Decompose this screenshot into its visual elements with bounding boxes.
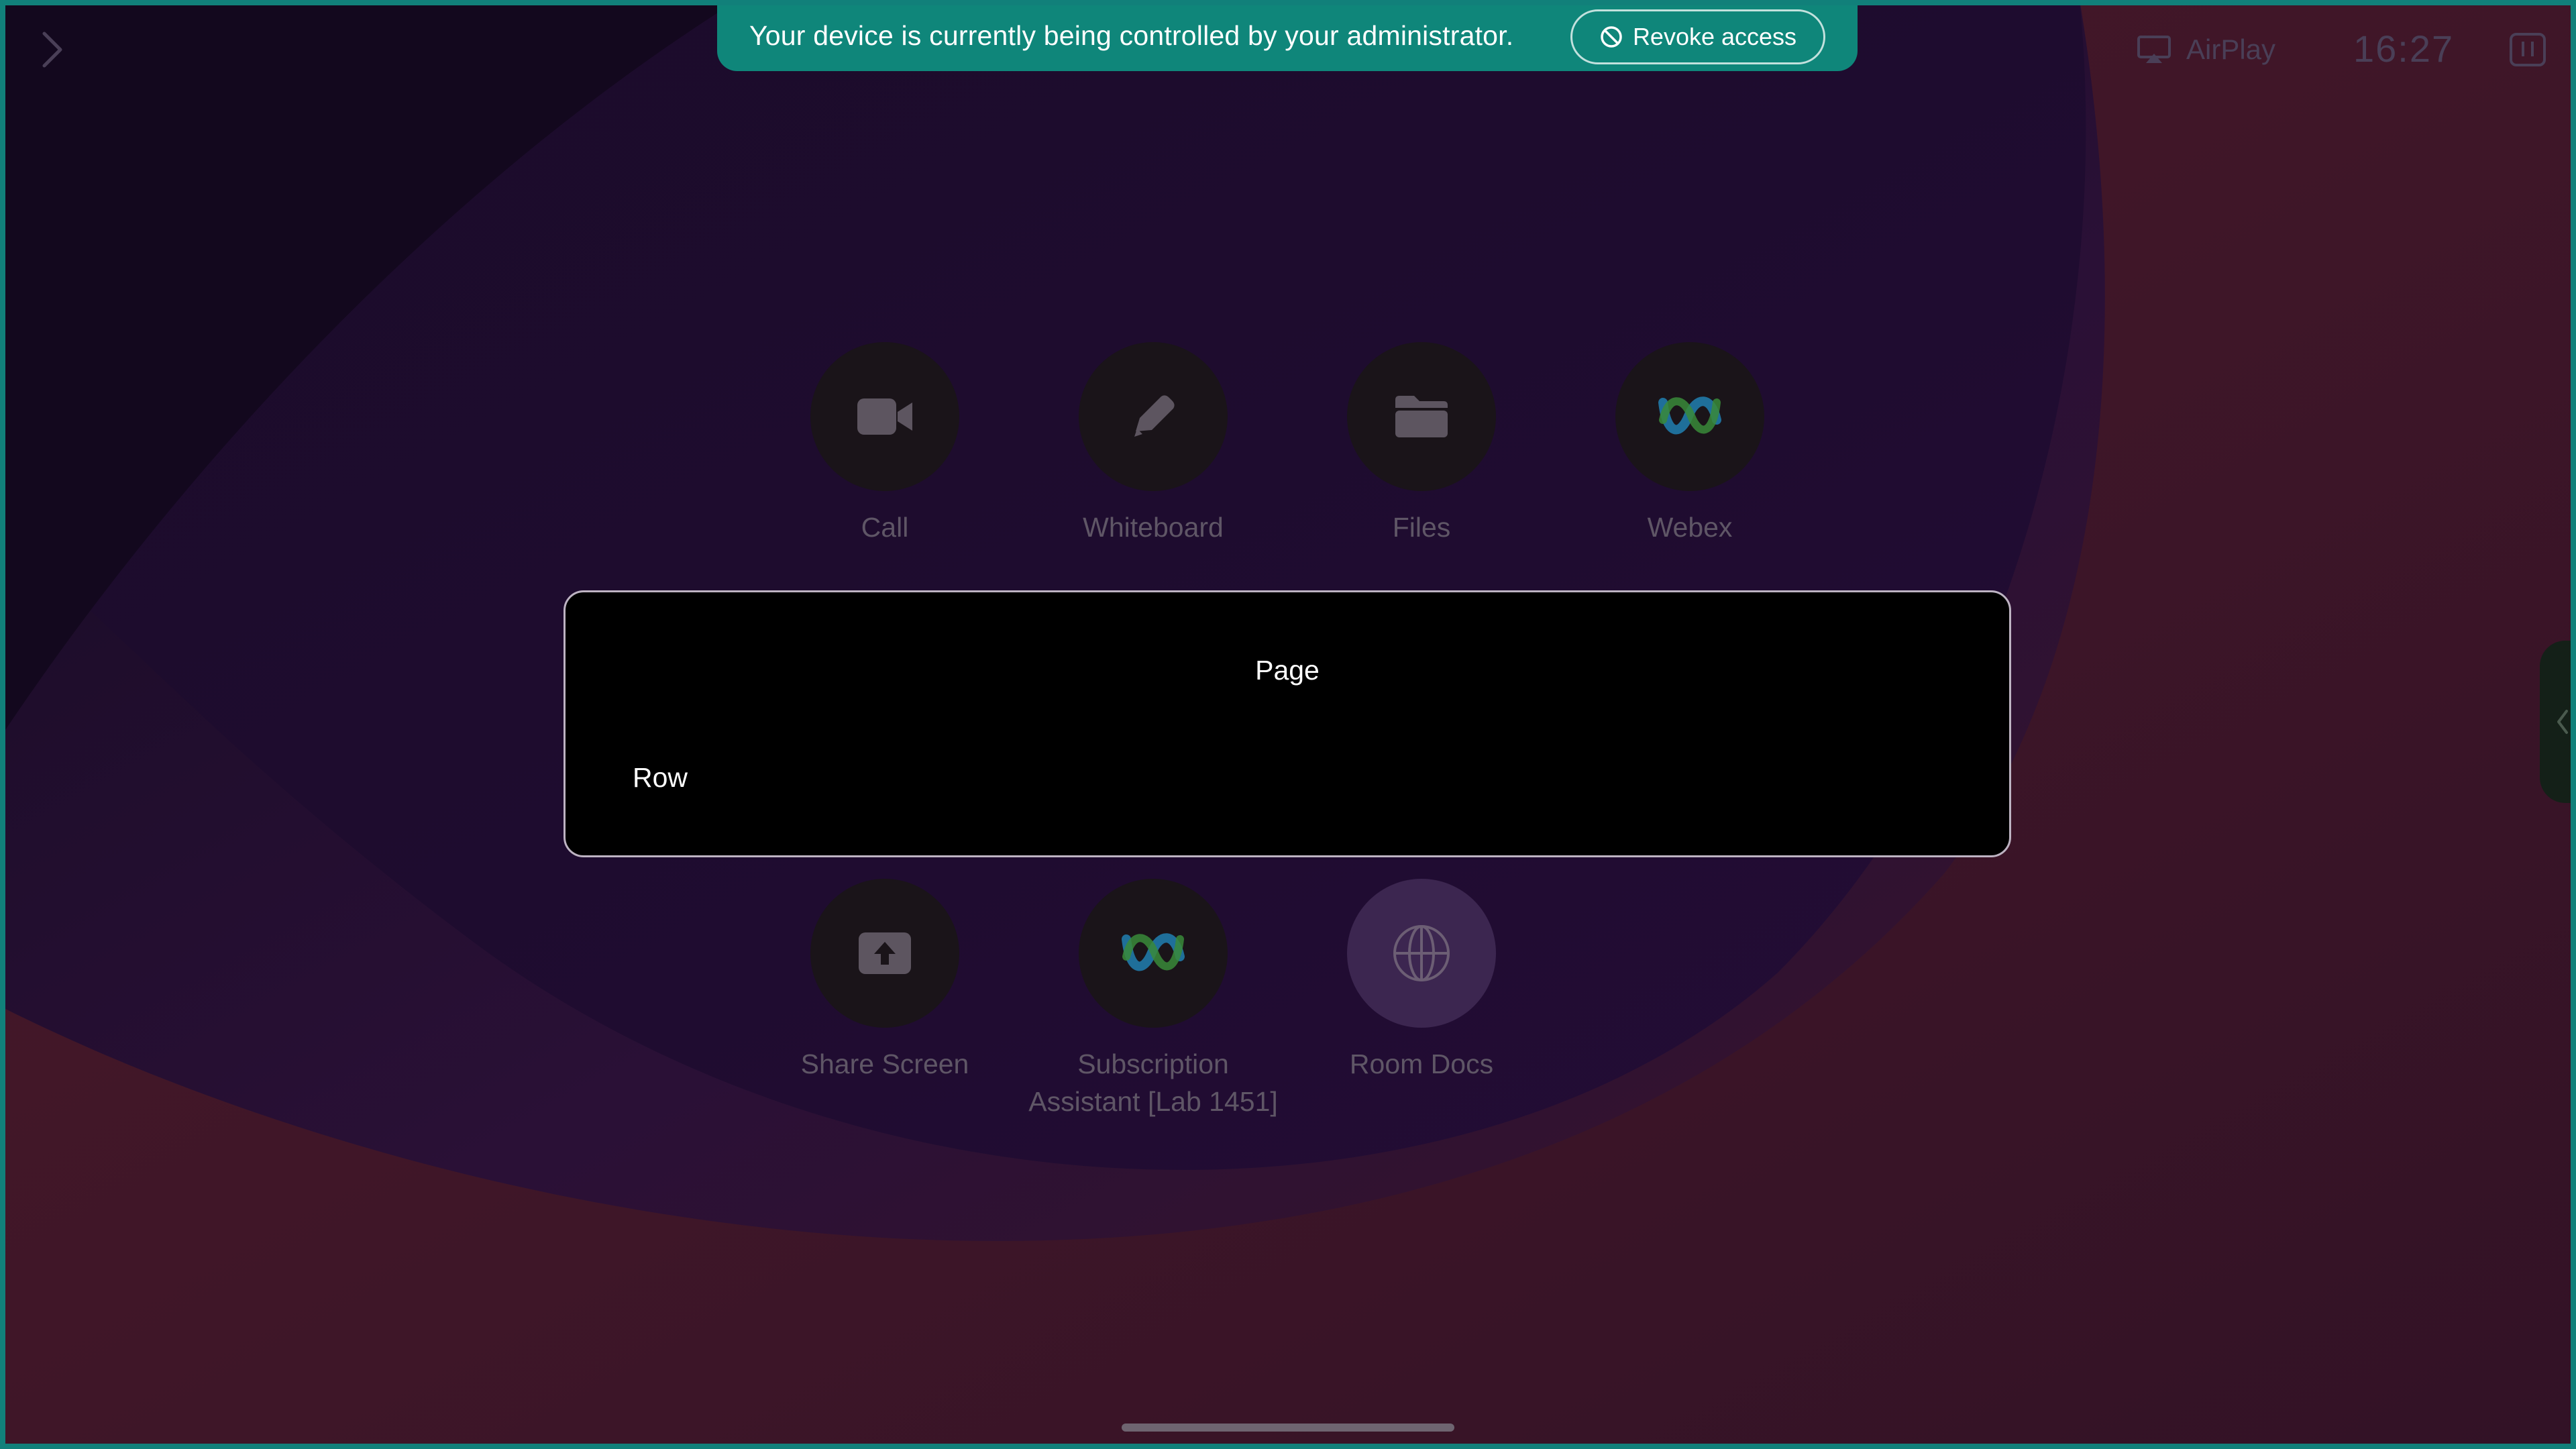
whiteboard-app-button[interactable] [1079,342,1228,491]
share-screen-icon [859,932,911,974]
admin-control-message: Your device is currently being controlle… [749,19,1514,51]
chevron-left-icon [2557,710,2568,734]
overlay-panel: Page Row [564,590,2011,857]
clock: 16:27 [2353,28,2455,70]
files-label: Files [1392,512,1451,543]
webex-logo-icon [1658,396,1721,435]
room-docs-label: Room Docs [1349,1049,1494,1079]
page-title: Page [1255,655,1320,686]
subscription-assistant-app-button[interactable] [1079,879,1228,1028]
webex-logo-icon [1122,933,1185,971]
admin-control-banner: Your device is currently being controlle… [717,0,1858,71]
revoke-access-button[interactable]: Revoke access [1570,9,1825,64]
webex-label: Webex [1647,512,1733,543]
whiteboard-label: Whiteboard [1083,512,1224,543]
room-docs-app-button[interactable] [1347,879,1496,1028]
app-whiteboard[interactable]: Whiteboard [1046,342,1260,546]
globe-icon [1393,925,1450,981]
subscription-assistant-label: Subscription Assistant [Lab 1451] [1028,1049,1278,1117]
home-screen: Your device is currently being controlle… [0,0,2576,1449]
pencil-icon [1134,395,1175,437]
app-subscription-assistant[interactable]: Subscription Assistant [Lab 1451] [1019,879,1287,1120]
airplay-button[interactable]: AirPlay [2137,30,2275,70]
call-app-button[interactable] [810,342,959,491]
share-screen-label: Share Screen [800,1049,969,1079]
home-indicator-bar[interactable] [1122,1424,1454,1432]
app-files[interactable]: Files [1314,342,1529,546]
folder-icon [1395,396,1448,437]
app-share-screen[interactable]: Share Screen [777,879,992,1083]
airplay-icon [2137,36,2171,63]
side-panel-handle[interactable] [2540,641,2576,803]
video-camera-icon [857,398,912,435]
app-room-docs[interactable]: Room Docs [1314,879,1529,1083]
control-panel-icon[interactable] [2509,32,2546,67]
chevron-right-icon[interactable] [39,30,66,70]
share-screen-app-button[interactable] [810,879,959,1028]
app-call[interactable]: Call [777,342,992,546]
airplay-label: AirPlay [2186,34,2276,65]
files-app-button[interactable] [1347,342,1496,491]
row-label: Row [633,762,688,793]
app-webex[interactable]: Webex [1582,342,1797,546]
revoke-access-label: Revoke access [1632,23,1797,50]
webex-app-button[interactable] [1615,342,1764,491]
call-label: Call [861,512,909,543]
block-icon [1601,26,1622,48]
